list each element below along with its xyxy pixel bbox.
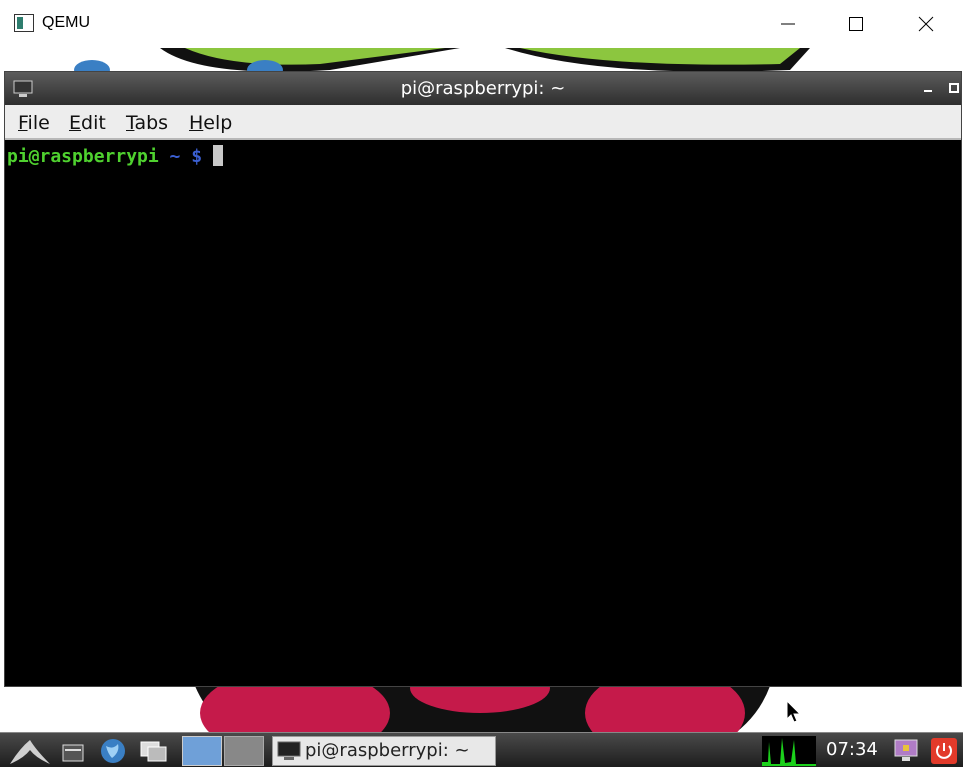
clock[interactable]: 07:34 bbox=[826, 739, 878, 760]
menu-edit[interactable]: Edit bbox=[69, 112, 106, 134]
terminal-title-bar[interactable]: pi@raspberrypi: ~ bbox=[5, 72, 961, 105]
terminal-menu-bar: File Edit Tabs Help bbox=[5, 105, 961, 140]
text-cursor bbox=[212, 145, 223, 166]
taskbar-terminal-button[interactable]: pi@raspberrypi: ~ bbox=[272, 736, 496, 766]
guest-desktop: pi@raspberrypi: ~ File Edit Tabs Help pi… bbox=[0, 48, 963, 767]
terminal-maximize-icon[interactable] bbox=[947, 81, 961, 95]
workspace-2-icon[interactable] bbox=[224, 736, 264, 766]
file-manager-icon[interactable] bbox=[60, 736, 86, 766]
minimize-icon bbox=[781, 23, 795, 25]
taskbar: pi@raspberrypi: ~ 07:34 bbox=[0, 732, 963, 767]
shell-prompt: pi@raspberrypi ~ $ bbox=[7, 145, 223, 167]
minimize-button[interactable] bbox=[757, 0, 819, 48]
terminal-title: pi@raspberrypi: ~ bbox=[400, 78, 566, 99]
start-menu-icon[interactable] bbox=[6, 736, 54, 766]
prompt-user-host: pi@raspberrypi bbox=[7, 146, 159, 167]
terminal-output[interactable]: pi@raspberrypi ~ $ bbox=[5, 140, 961, 686]
maximize-button[interactable] bbox=[825, 0, 887, 48]
shutdown-icon[interactable] bbox=[930, 736, 958, 766]
terminal-window: pi@raspberrypi: ~ File Edit Tabs Help pi… bbox=[4, 71, 962, 687]
show-desktop-icon[interactable] bbox=[138, 736, 170, 766]
web-browser-icon[interactable] bbox=[98, 736, 128, 766]
window-title: QEMU bbox=[42, 14, 90, 31]
taskbar-terminal-label: pi@raspberrypi: ~ bbox=[305, 740, 470, 761]
taskbar-terminal-icon bbox=[277, 741, 301, 760]
menu-help[interactable]: Help bbox=[189, 112, 232, 134]
prompt-path: ~ $ bbox=[158, 146, 213, 167]
maximize-icon bbox=[849, 17, 863, 31]
close-button[interactable] bbox=[895, 0, 957, 48]
workspace-1-icon[interactable] bbox=[182, 736, 222, 766]
close-icon bbox=[918, 16, 934, 32]
menu-file[interactable]: File bbox=[18, 112, 50, 134]
menu-tabs[interactable]: Tabs bbox=[126, 112, 168, 134]
qemu-app-icon bbox=[14, 14, 34, 32]
terminal-minimize-icon[interactable] bbox=[921, 81, 935, 95]
cpu-monitor-icon[interactable] bbox=[762, 736, 816, 766]
mouse-pointer-icon bbox=[786, 700, 802, 723]
qemu-title-bar: QEMU bbox=[0, 0, 963, 49]
lock-screen-icon[interactable] bbox=[892, 736, 920, 766]
